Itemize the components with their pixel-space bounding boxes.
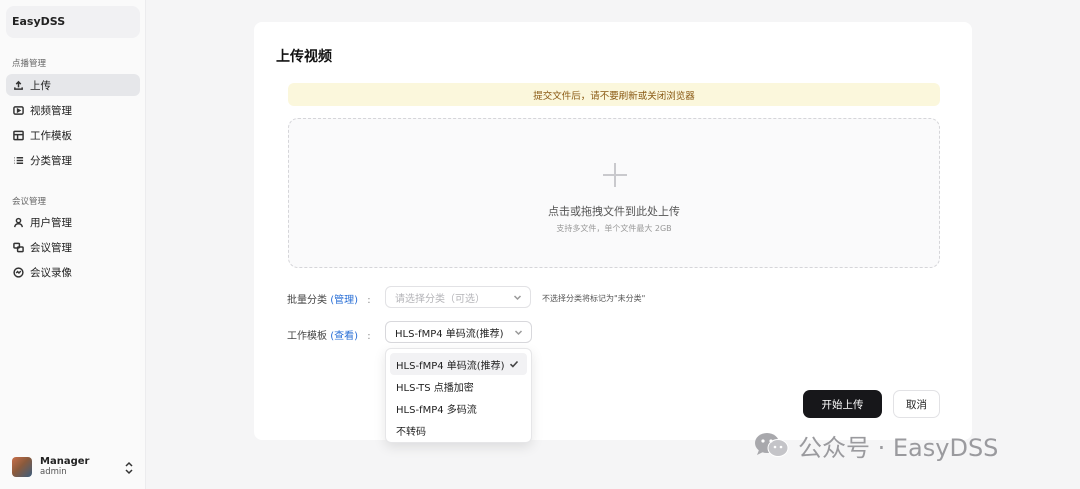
template-view-link[interactable]: (查看) [330,331,358,342]
user-profile[interactable]: Manager admin [12,452,136,482]
sidebar-item-label: 分类管理 [30,154,72,167]
watermark: 公众号 · EasyDSS [752,428,1052,462]
notice-banner: 提交文件后，请不要刷新或关闭浏览器 [288,83,940,106]
group-title-meeting: 会议管理 [12,197,47,207]
sidebar-item-meeting-recording[interactable]: 会议录像 [6,261,140,283]
sidebar-item-label: 会议管理 [30,241,72,254]
group-title-vod: 点播管理 [12,59,47,69]
template-option[interactable]: HLS-TS 点播加密 [390,375,527,397]
template-selected-value: HLS-fMP4 单码流(推荐) [395,328,504,340]
chevron-down-icon [514,328,523,337]
user-icon [12,216,24,228]
check-icon [509,359,519,369]
chevron-down-icon [513,293,522,302]
sidebar-item-work-template[interactable]: 工作模板 [6,124,140,146]
avatar [12,457,32,477]
upload-icon [12,79,24,91]
sidebar-item-video-management[interactable]: 视频管理 [6,99,140,121]
template-select[interactable]: HLS-fMP4 单码流(推荐) [385,321,532,343]
category-manage-link[interactable]: (管理) [330,295,358,306]
option-label: HLS-fMP4 多码流 [396,404,477,416]
sidebar-item-label: 用户管理 [30,216,72,229]
sidebar: EasyDSS 点播管理 上传 视频管理 工作模板 分类管理 会议管理 用户管理… [0,0,146,489]
chevrons-up-down-icon[interactable] [124,460,134,475]
list-icon [12,154,24,166]
template-label: 工作模板 (查看) : [287,327,371,342]
recording-icon [12,266,24,278]
option-label: 不转码 [396,426,426,438]
template-icon [12,129,24,141]
upload-dropzone[interactable]: 点击或拖拽文件到此处上传 支持多文件，单个文件最大 2GB [288,118,940,268]
sidebar-item-label: 工作模板 [30,129,72,142]
category-label: 批量分类 (管理) : [287,291,371,306]
start-upload-button[interactable]: 开始上传 [803,390,882,418]
option-label: HLS-fMP4 单码流(推荐) [396,360,505,372]
wechat-icon [752,430,792,460]
sidebar-item-label: 视频管理 [30,104,72,117]
sidebar-item-label: 会议录像 [30,266,72,279]
category-label-text: 批量分类 [287,295,327,306]
category-select[interactable]: 请选择分类（可选） [385,286,531,308]
category-hint: 不选择分类将标记为"未分类" [542,294,646,303]
watermark-text: 公众号 · EasyDSS [798,433,999,462]
cancel-button[interactable]: 取消 [893,390,940,418]
brand-name[interactable]: EasyDSS [6,6,140,38]
sidebar-item-meeting-management[interactable]: 会议管理 [6,236,140,258]
template-label-text: 工作模板 [287,331,327,342]
dropzone-sub-text: 支持多文件，单个文件最大 2GB [556,224,672,233]
template-colon: : [367,331,371,342]
plus-icon [603,163,627,187]
meeting-icon [12,241,24,253]
video-icon [12,104,24,116]
template-option[interactable]: 不转码 [390,419,527,441]
dropzone-main-text: 点击或拖拽文件到此处上传 [548,205,680,218]
category-colon: : [367,295,371,306]
sidebar-item-upload[interactable]: 上传 [6,74,140,96]
user-role: admin [40,466,67,477]
option-label: HLS-TS 点播加密 [396,382,474,394]
sidebar-item-user-management[interactable]: 用户管理 [6,211,140,233]
template-dropdown: HLS-fMP4 单码流(推荐) HLS-TS 点播加密 HLS-fMP4 多码… [385,348,532,443]
sidebar-item-label: 上传 [30,79,51,92]
upload-card: 上传视频 提交文件后，请不要刷新或关闭浏览器 点击或拖拽文件到此处上传 支持多文… [254,22,972,443]
template-option[interactable]: HLS-fMP4 多码流 [390,397,527,419]
page-title: 上传视频 [276,49,332,65]
template-option[interactable]: HLS-fMP4 单码流(推荐) [390,353,527,375]
category-placeholder: 请选择分类（可选） [395,293,485,305]
sidebar-item-category-management[interactable]: 分类管理 [6,149,140,171]
